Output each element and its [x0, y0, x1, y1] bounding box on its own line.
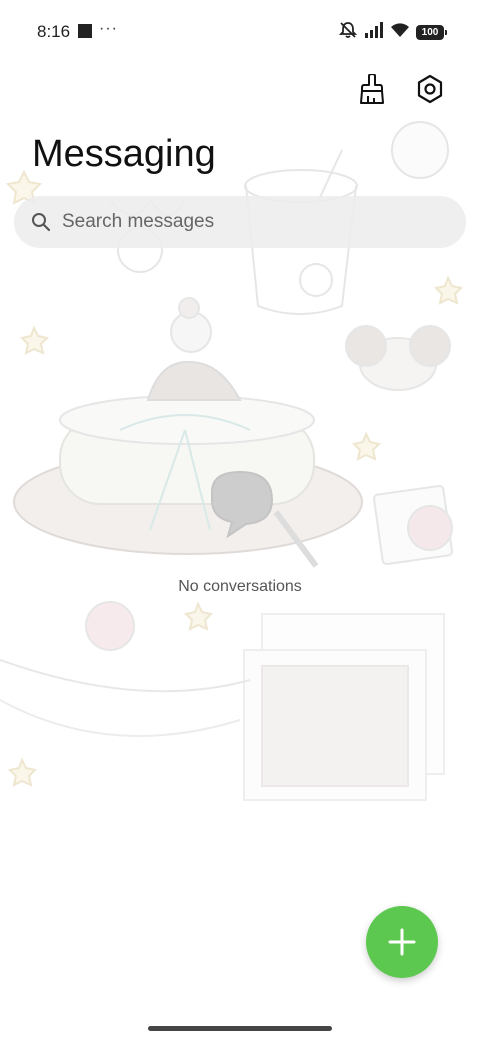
search-placeholder: Search messages: [62, 211, 215, 232]
status-bar: 8:16 ··· 100: [0, 0, 480, 64]
notification-square-icon: [78, 24, 92, 38]
header-actions: [355, 72, 447, 106]
mute-icon: [338, 21, 358, 44]
more-notifications-indicator: ···: [99, 20, 118, 37]
status-time: 8:16: [37, 22, 71, 41]
search-input[interactable]: Search messages: [14, 196, 466, 248]
signal-icon: [364, 21, 384, 43]
search-icon: [30, 211, 52, 233]
settings-icon[interactable]: [413, 72, 447, 106]
plus-icon: [388, 928, 416, 956]
brush-icon[interactable]: [355, 72, 389, 106]
home-indicator[interactable]: [148, 1026, 332, 1031]
battery-icon: 100: [416, 24, 447, 40]
page-title: Messaging: [32, 133, 216, 175]
new-conversation-button[interactable]: [366, 906, 438, 978]
empty-state-text: No conversations: [178, 578, 302, 595]
wifi-icon: [390, 22, 410, 43]
status-icons: 100: [338, 21, 447, 44]
